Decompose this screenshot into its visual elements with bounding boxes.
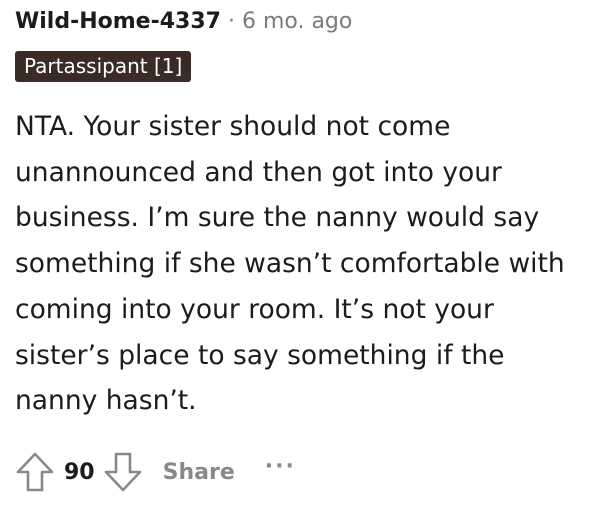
- meta-separator: ·: [227, 8, 235, 34]
- comment-actions: 90 Share ···: [15, 450, 296, 494]
- author-username[interactable]: Wild-Home-4337: [15, 9, 221, 34]
- comment-body: NTA. Your sister should not come unannou…: [15, 111, 565, 417]
- upvote-button[interactable]: [15, 450, 55, 494]
- downvote-arrow-icon: [104, 452, 141, 492]
- downvote-button[interactable]: [103, 450, 143, 494]
- user-flair: Partassipant [1]: [15, 51, 192, 82]
- comment-meta: Wild-Home-4337 · 6 mo. ago: [15, 6, 352, 36]
- vote-score: 90: [64, 459, 95, 485]
- comment-timestamp[interactable]: 6 mo. ago: [242, 9, 352, 34]
- upvote-arrow-icon: [16, 452, 54, 492]
- more-options-button[interactable]: ···: [265, 454, 296, 479]
- share-button[interactable]: Share: [163, 460, 235, 485]
